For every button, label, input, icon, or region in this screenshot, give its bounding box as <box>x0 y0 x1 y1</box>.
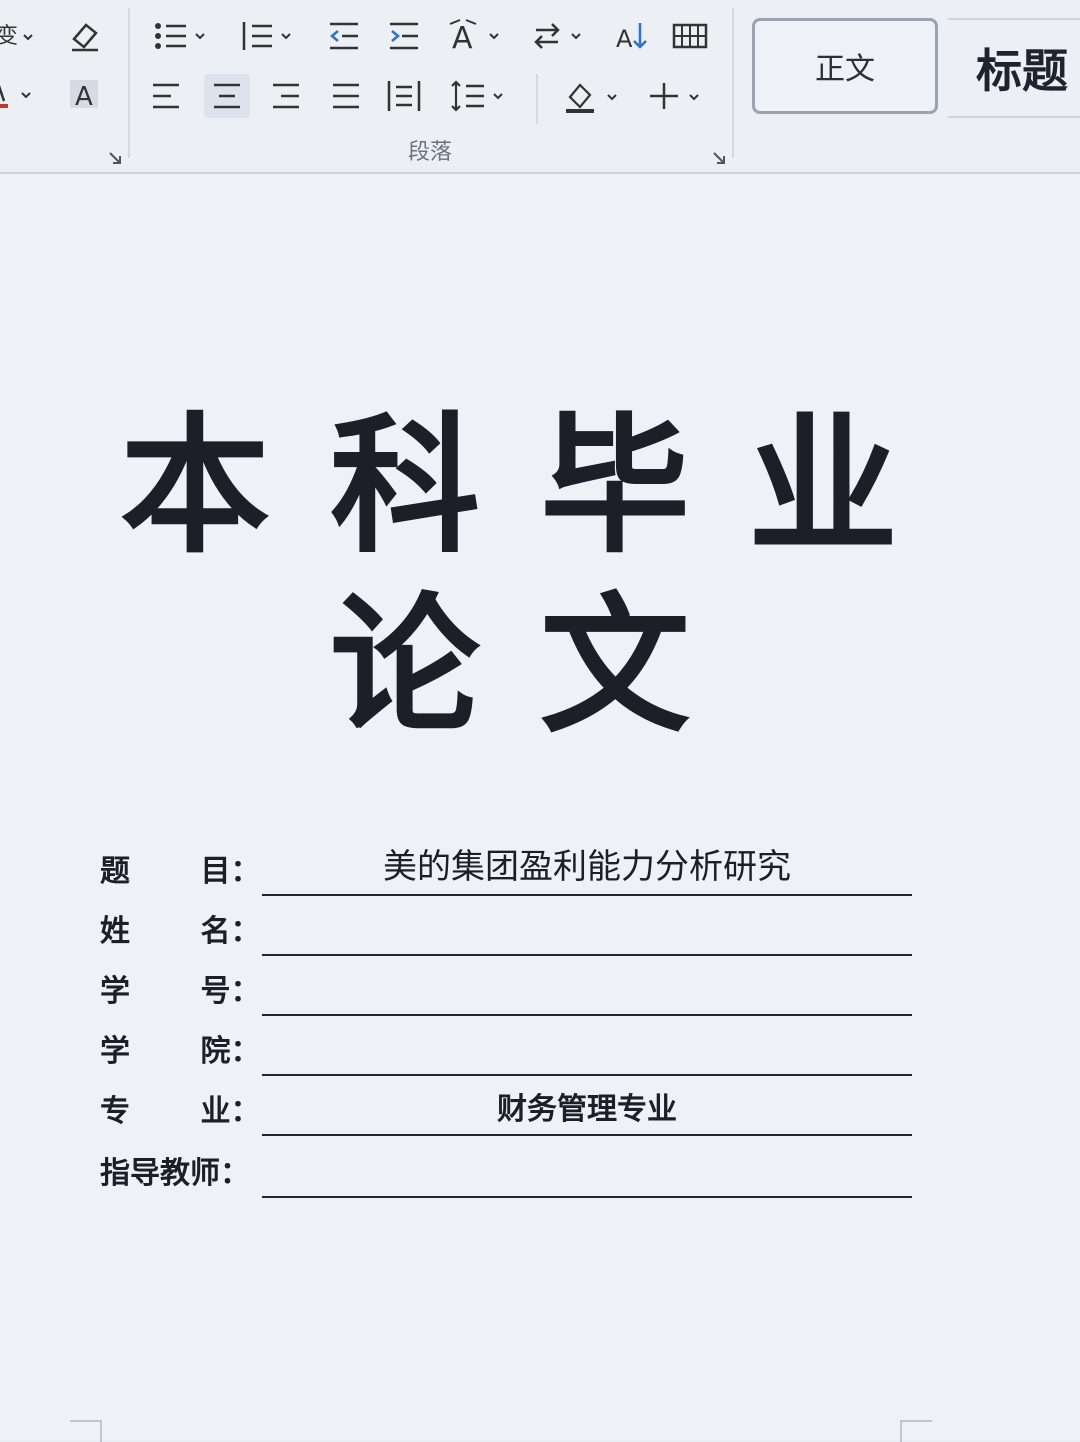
align-left-button[interactable] <box>144 74 188 118</box>
major-field[interactable]: 财务管理专业 <box>262 1082 912 1136</box>
major-value: 财务管理专业 <box>497 1092 677 1127</box>
svg-text:A: A <box>75 82 93 112</box>
student-id-label: 学 号： <box>100 974 261 1009</box>
title-char: 业 <box>748 400 899 574</box>
font-color-button[interactable] <box>0 72 38 116</box>
justify-button[interactable] <box>324 74 368 118</box>
paragraph-group-label: 段落 <box>407 140 452 165</box>
form-row-student-id: 学 号： <box>100 956 920 1016</box>
numbering-icon <box>242 22 291 50</box>
thesis-title-line-2: 论 文 <box>0 592 1080 742</box>
font-dialog-launcher-icon[interactable] <box>108 150 122 164</box>
major-label: 专 业： <box>100 1094 261 1129</box>
form-row-name: 姓 名： <box>100 896 920 956</box>
style-normal[interactable]: 正文 <box>752 18 938 114</box>
topic-label: 题 目： <box>100 854 261 889</box>
table-button[interactable] <box>668 14 712 58</box>
char-shading-icon: A <box>70 80 98 112</box>
group-separator <box>536 74 538 124</box>
distribute-icon <box>387 81 421 111</box>
name-field[interactable] <box>262 902 912 956</box>
style-heading[interactable]: 标题 <box>948 18 1080 118</box>
line-spacing-button[interactable] <box>446 74 510 118</box>
clear-format-button[interactable] <box>62 14 106 58</box>
borders-button[interactable] <box>644 74 708 118</box>
chevron-down-icon: 变 <box>0 24 33 49</box>
table-icon <box>672 23 708 49</box>
increase-indent-button[interactable] <box>382 14 426 58</box>
title-char: 毕 <box>540 400 691 574</box>
page-corner-mark <box>70 1420 102 1442</box>
line-break-button[interactable] <box>530 14 590 58</box>
group-separator <box>732 8 734 158</box>
college-label: 学 院： <box>100 1034 261 1069</box>
name-label: 姓 名： <box>100 914 261 949</box>
title-char: 文 <box>540 580 691 754</box>
form-row-major: 专 业： 财务管理专业 <box>100 1076 920 1136</box>
page-corner-mark <box>900 1420 932 1442</box>
line-spacing-icon <box>451 80 503 112</box>
align-left-icon <box>153 83 179 109</box>
form-row-advisor: 指导教师： <box>100 1138 920 1198</box>
svg-text:A: A <box>452 21 473 54</box>
svg-text:A: A <box>616 25 633 53</box>
ribbon-toolbar: 变 A A A 段落 正文 标题 <box>0 0 1080 174</box>
align-right-button[interactable] <box>264 74 308 118</box>
topic-field[interactable]: 美的集团盈利能力分析研究 <box>262 842 912 896</box>
topic-value: 美的集团盈利能力分析研究 <box>383 847 791 887</box>
text-direction-button[interactable]: A <box>444 14 508 58</box>
shading-button[interactable] <box>558 74 624 118</box>
text-direction-icon: A <box>449 19 499 54</box>
numbering-button[interactable] <box>236 14 300 58</box>
student-id-field[interactable] <box>262 962 912 1016</box>
svg-text:变: 变 <box>0 24 18 49</box>
thesis-title-line-1: 本 科 毕 业 <box>0 412 1080 562</box>
decrease-indent-button[interactable] <box>322 14 366 58</box>
college-field[interactable] <box>262 1022 912 1076</box>
font-style-dropdown[interactable]: 变 <box>0 14 38 58</box>
advisor-label: 指导教师： <box>100 1156 250 1191</box>
paragraph-dialog-launcher-icon[interactable] <box>712 150 726 164</box>
char-shading-button[interactable]: A <box>62 72 106 116</box>
sort-icon: A <box>616 23 647 53</box>
bullets-button[interactable] <box>150 14 214 58</box>
title-char: 本 <box>120 400 271 574</box>
eraser-icon <box>72 23 98 52</box>
shading-icon <box>566 83 617 113</box>
group-separator <box>128 8 130 158</box>
borders-icon <box>650 83 699 109</box>
title-char: 论 <box>330 580 481 754</box>
increase-indent-icon <box>390 22 418 50</box>
justify-icon <box>333 83 359 109</box>
line-break-icon <box>534 23 581 49</box>
align-center-button[interactable] <box>204 74 250 118</box>
decrease-indent-icon <box>330 22 358 50</box>
form-row-topic: 题 目： 美的集团盈利能力分析研究 <box>100 836 920 896</box>
distribute-button[interactable] <box>382 74 426 118</box>
form-row-college: 学 院： <box>100 1016 920 1076</box>
advisor-field[interactable] <box>262 1144 912 1198</box>
title-char: 科 <box>330 400 481 574</box>
bullets-icon <box>155 23 205 49</box>
sort-button[interactable]: A <box>610 14 654 58</box>
font-color-icon <box>0 85 31 108</box>
align-right-icon <box>273 83 299 109</box>
document-page[interactable]: 本 科 毕 业 论 文 题 目： 美的集团盈利能力分析研究 姓 名： 学 号： … <box>0 174 1080 1442</box>
align-center-icon <box>214 83 240 109</box>
